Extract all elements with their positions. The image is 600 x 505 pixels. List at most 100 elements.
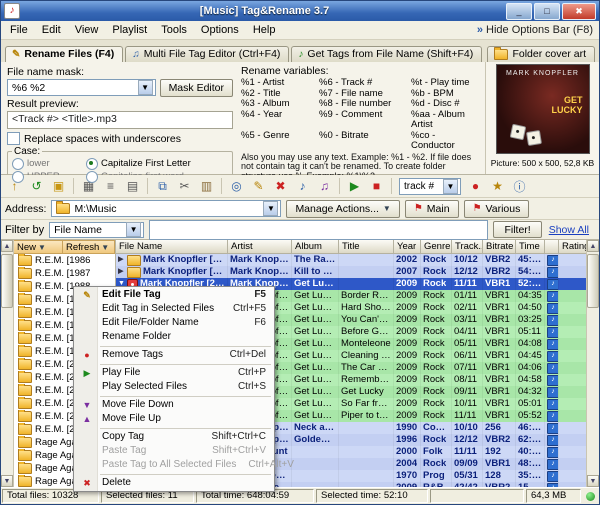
filter-bar: Filter by File Name ▼ Filter! Show All bbox=[1, 220, 599, 240]
media-file-icon bbox=[547, 375, 559, 386]
case-option-0[interactable]: lower bbox=[12, 157, 82, 170]
rename-variable: %9 - Comment bbox=[319, 110, 411, 131]
column-header-file-name[interactable]: File Name bbox=[116, 240, 228, 254]
context-menu-item-edit-tag-in-selected-files[interactable]: Edit Tag in Selected FilesCtrl+F5 bbox=[74, 302, 274, 316]
collapsed-arrow-icon[interactable]: ▶ bbox=[118, 254, 125, 266]
app-window: ♪ [Music] Tag&Rename 3.7 _ □ ✖ FileEditV… bbox=[0, 0, 600, 505]
filter-input[interactable] bbox=[149, 220, 488, 240]
column-header-album[interactable]: Album bbox=[292, 240, 339, 254]
chevron-down-icon[interactable]: ▼ bbox=[443, 179, 458, 194]
scroll-up-icon[interactable]: ▲ bbox=[1, 240, 13, 252]
filter-field-combo[interactable]: File Name ▼ bbox=[49, 222, 144, 238]
menu-item-shortcut: Ctrl+Alt+V bbox=[236, 458, 294, 472]
track-number-combo[interactable]: track #▼ bbox=[399, 178, 461, 195]
chevron-down-icon[interactable]: ▼ bbox=[126, 222, 141, 237]
cut-icon[interactable]: ✂ bbox=[174, 176, 195, 196]
tree-header-refresh[interactable]: Refresh▼ bbox=[63, 240, 115, 254]
collapsed-arrow-icon[interactable]: ▶ bbox=[118, 266, 125, 278]
tree-scrollbar[interactable]: ▲ ▼ bbox=[1, 240, 14, 487]
main-flag-button[interactable]: ⚑Main bbox=[405, 200, 459, 218]
column-header-genre[interactable]: Genre bbox=[421, 240, 452, 254]
tab-multi-file-tag-editor[interactable]: ♫ Multi File Tag Editor (Ctrl+F4) bbox=[125, 46, 289, 62]
scroll-down-icon[interactable]: ▼ bbox=[1, 475, 13, 487]
column-header-rating[interactable]: Rating bbox=[559, 240, 586, 254]
tree-folder-item[interactable]: R.E.M. [1986 bbox=[14, 254, 115, 267]
view-list-icon[interactable]: ≡ bbox=[100, 176, 121, 196]
scroll-down-icon[interactable]: ▼ bbox=[587, 475, 599, 487]
menu-item-edit[interactable]: Edit bbox=[35, 23, 68, 37]
file-name-mask-combo[interactable]: %6 %2 ▼ bbox=[7, 79, 156, 96]
column-header-bitrate[interactable]: Bitrate bbox=[483, 240, 516, 254]
context-menu-item-edit-file-tag[interactable]: ✎Edit File TagF5 bbox=[74, 288, 274, 302]
context-menu-item-copy-tag[interactable]: Copy TagShift+Ctrl+C bbox=[74, 430, 274, 444]
menu-item-tools[interactable]: Tools bbox=[154, 23, 194, 37]
context-menu-item-remove-tags[interactable]: ●Remove TagsCtrl+Del bbox=[74, 348, 274, 362]
menu-item-playlist[interactable]: Playlist bbox=[105, 23, 154, 37]
play-icon[interactable]: ▶ bbox=[344, 176, 365, 196]
hide-options-button[interactable]: » Hide Options Bar (F8) bbox=[477, 24, 597, 36]
tab-rename-files[interactable]: ✎ Rename Files (F4) bbox=[5, 46, 123, 62]
maximize-button[interactable]: □ bbox=[534, 3, 560, 20]
scrollbar-thumb[interactable] bbox=[587, 254, 599, 308]
file-row[interactable]: ▶Mark Knopfler [2007]Mark KnopflerKill t… bbox=[116, 266, 586, 278]
playlist-icon[interactable]: ♫ bbox=[314, 176, 335, 196]
case-option-label: Capitalize First Letter bbox=[101, 158, 191, 169]
column-header-artist[interactable]: Artist bbox=[228, 240, 292, 254]
album-cover-image[interactable]: MARK KNOPFLER GET LUCKY bbox=[496, 64, 590, 154]
media-file-icon bbox=[547, 435, 559, 446]
tools-icon[interactable]: ★ bbox=[487, 176, 508, 196]
menu-item-view[interactable]: View bbox=[68, 23, 106, 37]
context-menu-item-play-file[interactable]: ▶Play FileCtrl+P bbox=[74, 366, 274, 380]
info-icon[interactable]: ⓘ bbox=[509, 176, 530, 196]
chevron-down-icon[interactable]: ▼ bbox=[138, 80, 153, 95]
menu-item-options[interactable]: Options bbox=[194, 23, 246, 37]
context-menu-item-edit-file-folder-name[interactable]: Edit File/Folder NameF6 bbox=[74, 316, 274, 330]
tab-get-tags[interactable]: ♪ Get Tags from File Name (Shift+F4) bbox=[291, 46, 482, 62]
scroll-up-icon[interactable]: ▲ bbox=[587, 240, 599, 252]
minimize-button[interactable]: _ bbox=[506, 3, 532, 20]
show-all-link[interactable]: Show All bbox=[549, 224, 589, 236]
address-combo[interactable]: M:\Music ▼ bbox=[51, 200, 281, 217]
search-icon[interactable]: ◎ bbox=[226, 176, 247, 196]
case-option-2[interactable]: Capitalize First Letter bbox=[86, 157, 228, 170]
manage-actions-button[interactable]: Manage Actions...▼ bbox=[286, 200, 399, 218]
tree-header-new[interactable]: New▼ bbox=[14, 240, 63, 254]
context-menu-item-rename-folder[interactable]: Rename Folder bbox=[74, 330, 274, 344]
edit-tag-icon[interactable]: ✎ bbox=[248, 176, 269, 196]
context-menu-item-play-selected-files[interactable]: Play Selected FilesCtrl+S bbox=[74, 380, 274, 394]
various-flag-button[interactable]: ⚑Various bbox=[464, 200, 530, 218]
address-bar: Address: M:\Music ▼ Manage Actions...▼ ⚑… bbox=[1, 198, 599, 220]
tree-folder-item[interactable]: R.E.M. [1987 bbox=[14, 267, 115, 280]
column-header-icon[interactable] bbox=[545, 240, 559, 254]
new-folder-icon[interactable]: ▣ bbox=[48, 176, 69, 196]
scrollbar-thumb[interactable] bbox=[1, 254, 13, 308]
list-scrollbar[interactable]: ▲ ▼ bbox=[586, 240, 599, 487]
view-details-icon[interactable]: ▤ bbox=[122, 176, 143, 196]
note-icon[interactable]: ♪ bbox=[292, 176, 313, 196]
close-button[interactable]: ✖ bbox=[562, 3, 596, 20]
microphone-icon[interactable]: ● bbox=[465, 176, 486, 196]
remove-tag-icon[interactable]: ✖ bbox=[270, 176, 291, 196]
column-header-title[interactable]: Title bbox=[339, 240, 394, 254]
menu-item-help[interactable]: Help bbox=[246, 23, 283, 37]
menu-item-file[interactable]: File bbox=[3, 23, 35, 37]
stop-icon[interactable]: ■ bbox=[366, 176, 387, 196]
paste-icon[interactable]: ▥ bbox=[196, 176, 217, 196]
context-menu-item-move-file-up[interactable]: ▲Move File Up bbox=[74, 412, 274, 426]
context-menu-item-delete[interactable]: ✖Delete bbox=[74, 476, 274, 490]
refresh-icon[interactable]: ↺ bbox=[26, 176, 47, 196]
file-row[interactable]: ▶Mark Knopfler [2002]Mark KnopflerThe Ra… bbox=[116, 254, 586, 266]
column-header-time[interactable]: Time bbox=[516, 240, 545, 254]
media-file-icon bbox=[547, 327, 559, 338]
replace-spaces-checkbox[interactable]: Replace spaces with underscores bbox=[7, 132, 233, 145]
mask-editor-button[interactable]: Mask Editor bbox=[160, 79, 233, 97]
column-header-track-[interactable]: Track... bbox=[452, 240, 483, 254]
column-header-year[interactable]: Year bbox=[394, 240, 421, 254]
folder-icon bbox=[127, 255, 141, 266]
copy-icon[interactable]: ⧉ bbox=[152, 176, 173, 196]
chevron-down-icon[interactable]: ▼ bbox=[263, 201, 278, 216]
filter-button[interactable]: Filter! bbox=[493, 221, 541, 238]
tab-folder-cover-art[interactable]: Folder cover art bbox=[487, 46, 595, 62]
menu-item-shortcut: Ctrl+Del bbox=[218, 348, 266, 362]
context-menu-item-move-file-down[interactable]: ▼Move File Down bbox=[74, 398, 274, 412]
